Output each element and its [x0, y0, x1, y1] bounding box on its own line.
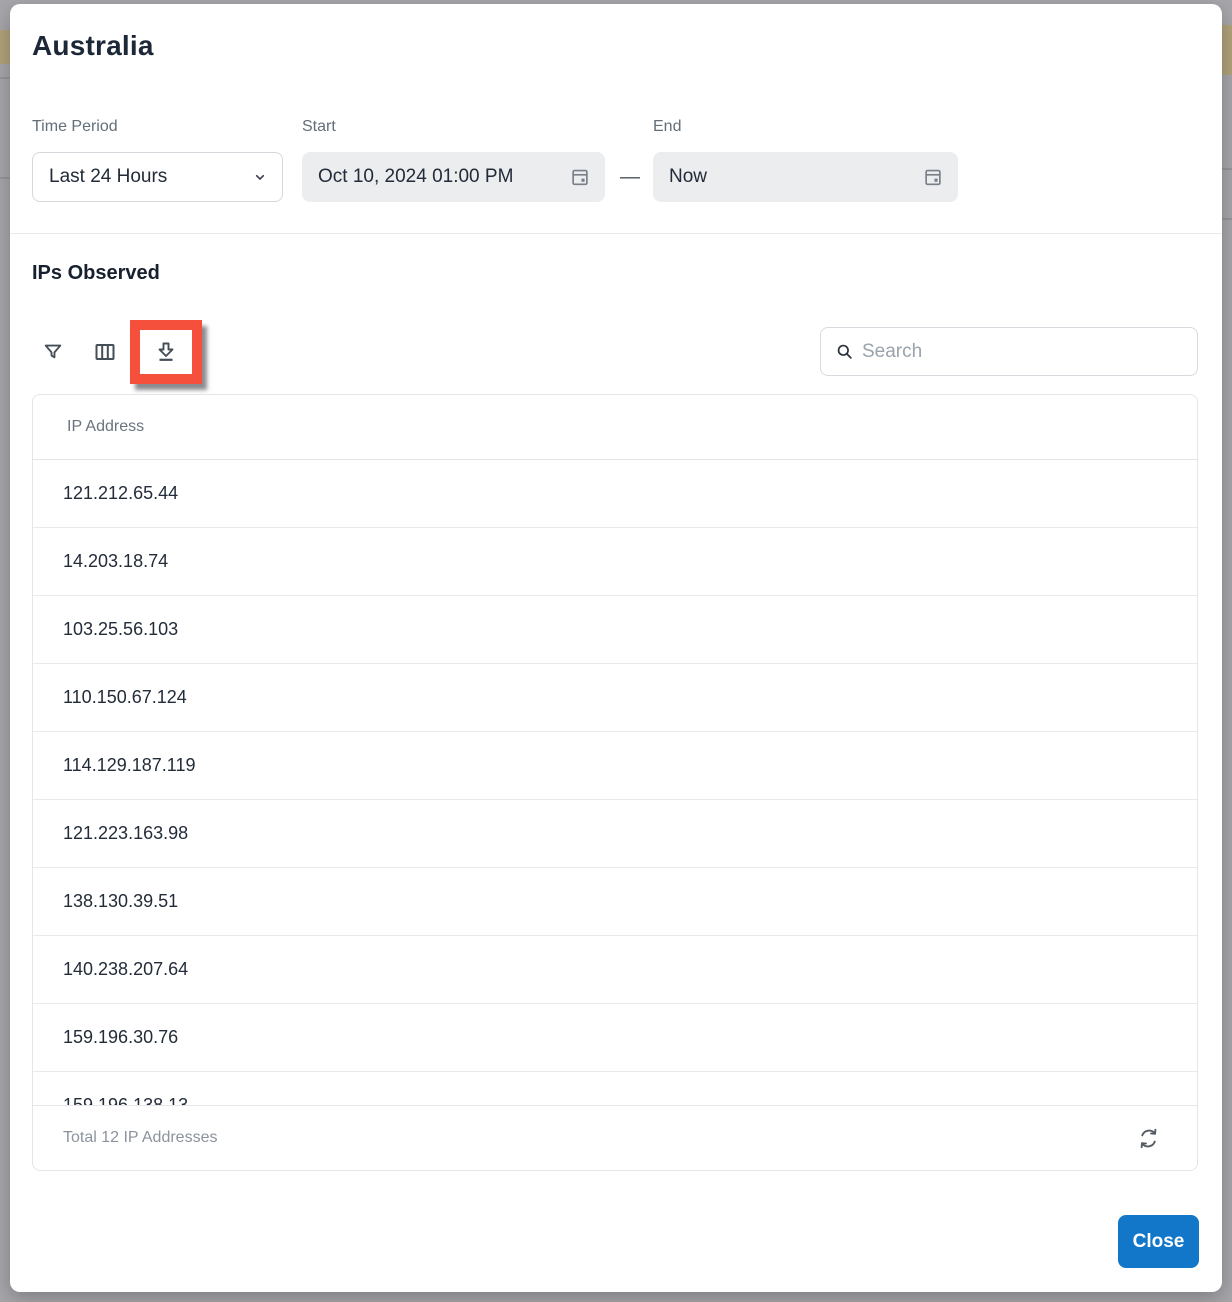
table-row[interactable]: 159.196.30.76 — [33, 1004, 1197, 1072]
search-input[interactable] — [862, 341, 1185, 363]
modal-title: Australia — [32, 30, 154, 62]
ip-address-cell: 140.238.207.64 — [63, 959, 188, 979]
end-datetime-input[interactable]: Now — [653, 152, 958, 202]
table-row[interactable]: 110.150.67.124 — [33, 664, 1197, 732]
background-page-fragment — [1222, 218, 1232, 220]
ip-address-cell: 114.129.187.119 — [63, 755, 195, 775]
table-row[interactable]: 140.238.207.64 — [33, 936, 1197, 1004]
calendar-icon[interactable] — [569, 166, 591, 188]
search-field — [820, 327, 1198, 376]
download-icon — [154, 340, 178, 364]
ip-address-cell: 103.25.56.103 — [63, 619, 178, 639]
country-details-modal: Australia Time Period Start End Last 24 … — [10, 4, 1222, 1292]
search-icon — [835, 342, 854, 361]
table-footer: Total 12 IP Addresses — [33, 1105, 1197, 1170]
background-page-fragment — [1222, 168, 1232, 170]
refresh-icon — [1136, 1126, 1161, 1151]
time-period-value: Last 24 Hours — [49, 166, 167, 188]
table-row[interactable]: 103.25.56.103 — [33, 596, 1197, 664]
columns-button[interactable] — [91, 338, 119, 366]
ip-address-cell: 14.203.18.74 — [63, 551, 168, 571]
end-datetime-value: Now — [669, 166, 707, 188]
background-page-fragment — [0, 177, 10, 179]
columns-icon — [93, 340, 117, 364]
ip-address-cell: 121.223.163.98 — [63, 823, 188, 843]
filter-button[interactable] — [39, 338, 67, 366]
ip-address-table: IP Address 121.212.65.44 14.203.18.74 10… — [32, 394, 1198, 1171]
section-divider — [10, 233, 1222, 234]
ip-address-cell: 110.150.67.124 — [63, 687, 187, 707]
time-period-select[interactable]: Last 24 Hours — [32, 152, 283, 202]
ips-observed-heading: IPs Observed — [32, 262, 160, 285]
table-body: 121.212.65.44 14.203.18.74 103.25.56.103… — [33, 460, 1197, 1140]
download-button-highlighted[interactable] — [130, 320, 202, 384]
ip-address-column-header[interactable]: IP Address — [33, 395, 1197, 460]
table-row[interactable]: 121.212.65.44 — [33, 460, 1197, 528]
table-row[interactable]: 121.223.163.98 — [33, 800, 1197, 868]
ip-address-cell: 121.212.65.44 — [63, 483, 178, 503]
calendar-icon[interactable] — [922, 166, 944, 188]
chevron-down-icon — [252, 169, 268, 185]
background-page-fragment — [1222, 25, 1232, 75]
background-page-fragment — [0, 77, 10, 79]
start-label: Start — [302, 118, 336, 136]
table-row[interactable]: 14.203.18.74 — [33, 528, 1197, 596]
date-range-separator: — — [607, 152, 653, 202]
close-button[interactable]: Close — [1118, 1215, 1199, 1268]
start-datetime-value: Oct 10, 2024 01:00 PM — [318, 166, 513, 188]
total-count-label: Total 12 IP Addresses — [63, 1129, 217, 1147]
filter-icon — [42, 341, 64, 363]
table-row[interactable]: 114.129.187.119 — [33, 732, 1197, 800]
start-datetime-input[interactable]: Oct 10, 2024 01:00 PM — [302, 152, 605, 202]
time-period-label: Time Period — [32, 118, 118, 136]
end-label: End — [653, 118, 681, 136]
ip-address-cell: 138.130.39.51 — [63, 891, 178, 911]
table-row[interactable]: 138.130.39.51 — [33, 868, 1197, 936]
background-page-fragment — [0, 30, 10, 64]
refresh-button[interactable] — [1135, 1125, 1161, 1151]
ip-address-cell: 159.196.30.76 — [63, 1027, 178, 1047]
